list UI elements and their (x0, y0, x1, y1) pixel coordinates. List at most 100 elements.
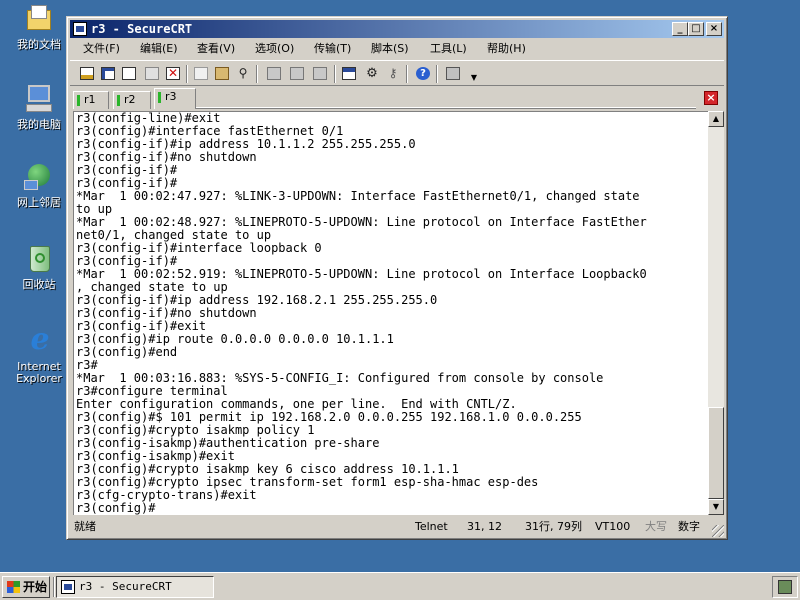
print-selection-button[interactable] (288, 65, 306, 82)
my-documents-icon (22, 2, 56, 36)
toolbar-separator (186, 65, 188, 83)
find-icon: ⚲ (238, 66, 248, 80)
reconnect-button[interactable] (143, 65, 161, 82)
network-tray-icon[interactable] (778, 580, 792, 594)
window-title: r3 - SecureCRT (91, 22, 193, 36)
quick-connect-icon (101, 67, 115, 80)
desktop-icon-my-computer[interactable]: 我的电脑 (3, 82, 75, 131)
status-bar: 就绪 Telnet 31, 12 31行, 79列 VT100 大写 数字 (70, 517, 724, 537)
tab-r2[interactable]: r2 (113, 91, 151, 109)
print-button[interactable] (265, 65, 283, 82)
windows-logo-icon (7, 581, 20, 593)
system-tray (772, 576, 798, 598)
maximize-button[interactable]: □ (688, 22, 704, 36)
menu-tools[interactable]: 工具(L) (430, 39, 467, 58)
menu-bar: 文件(F) 编辑(E) 查看(V) 选项(O) 传输(T) 脚本(S) 工具(L… (70, 39, 724, 58)
find-button[interactable]: ⚲ (234, 65, 252, 82)
close-button[interactable]: × (706, 22, 722, 36)
desktop-icon-recycle-bin[interactable]: 回收站 (3, 242, 75, 291)
print-setup-button[interactable] (311, 65, 329, 82)
terminal-line: r3(cfg-crypto-trans)#exit (76, 488, 257, 502)
desktop-icon-label: 我的文档 (17, 38, 61, 51)
tab-r1[interactable]: r1 (73, 91, 109, 109)
connect-in-tab-icon (122, 67, 136, 80)
help-button[interactable]: ? (414, 65, 432, 82)
connect-icon (80, 67, 94, 80)
print-icon (267, 67, 281, 80)
close-tab-button[interactable]: × (704, 91, 718, 105)
menu-view[interactable]: 查看(V) (197, 39, 235, 58)
keymap-button[interactable]: ⚷ (384, 65, 402, 82)
toolbar-overflow-button[interactable]: ▼ (466, 65, 477, 82)
keymap-icon: ⚷ (388, 66, 398, 80)
desktop-icon-label: 我的电脑 (17, 118, 61, 131)
desktop-icon-network-places[interactable]: 网上邻居 (3, 160, 75, 209)
menu-edit[interactable]: 编辑(E) (140, 39, 178, 58)
scroll-up-button[interactable]: ▲ (708, 111, 724, 127)
desktop-icon-label: 网上邻居 (17, 196, 61, 209)
status-emulation: VT100 (595, 520, 631, 533)
global-options-button[interactable]: ⚙ (363, 65, 381, 82)
internet-explorer-icon: e (30, 322, 50, 357)
status-caps-lock: 大写 (645, 520, 667, 533)
toolbar-separator (256, 65, 258, 83)
tab-label: r3 (165, 90, 177, 103)
status-terminal-size: 31行, 79列 (525, 520, 582, 533)
terminal-line: r3(config)# (76, 501, 156, 515)
tab-label: r2 (124, 93, 136, 106)
tab-strip-divider (196, 107, 696, 109)
taskbar: 开始 r3 - SecureCRT (0, 572, 800, 600)
tab-r3[interactable]: r3 (154, 88, 196, 109)
vertical-scrollbar[interactable]: ▲ ▼ (708, 111, 724, 515)
securecrt-taskbar-icon (61, 580, 75, 594)
arrow-down-icon: ▼ (712, 502, 720, 511)
menu-options[interactable]: 选项(O) (255, 39, 294, 58)
toolbar-separator (334, 65, 336, 83)
scrollbar-thumb[interactable] (708, 407, 724, 499)
paste-button[interactable] (213, 65, 231, 82)
menu-transfer[interactable]: 传输(T) (314, 39, 351, 58)
disconnect-button[interactable]: ✕ (164, 65, 182, 82)
title-bar[interactable]: r3 - SecureCRT _ □ × (70, 20, 724, 38)
minimize-button[interactable]: _ (672, 22, 688, 36)
session-options-icon (342, 67, 356, 80)
status-cursor-position: 31, 12 (467, 520, 502, 533)
terminal-line: r3(config)#end (76, 345, 178, 359)
toolbar: ✕ ⚲ ⚙ ⚷ ? ▼ (70, 60, 724, 86)
connect-button[interactable] (78, 65, 96, 82)
print-setup-icon (313, 67, 327, 80)
connect-in-tab-button[interactable] (120, 65, 138, 82)
connected-indicator (117, 95, 120, 106)
terminal-lines: r3(config-line)#exit r3(config)#interface… (74, 112, 708, 515)
session-tabs: r1 r2 r3 × (70, 88, 724, 110)
securecrt-app-icon (73, 22, 87, 36)
status-ready: 就绪 (74, 520, 96, 533)
copy-button[interactable] (192, 65, 210, 82)
chevron-down-icon: ▼ (470, 73, 478, 82)
network-places-icon (22, 160, 56, 194)
scroll-down-button[interactable]: ▼ (708, 499, 724, 515)
resize-grip[interactable] (712, 525, 724, 537)
connected-indicator (77, 95, 80, 106)
print-selection-icon (290, 67, 304, 80)
tab-label: r1 (84, 93, 96, 106)
disconnect-icon: ✕ (166, 66, 180, 80)
start-button[interactable]: 开始 (2, 576, 50, 598)
quick-connect-button[interactable] (99, 65, 117, 82)
reconnect-icon (145, 67, 159, 80)
taskbar-separator (53, 577, 55, 597)
desktop-icon-label: 回收站 (22, 278, 56, 291)
status-num-lock: 数字 (678, 520, 700, 533)
connected-indicator (158, 92, 161, 103)
taskbar-button-label: r3 - SecureCRT (79, 580, 172, 593)
desktop-icon-internet-explorer[interactable]: e Internet Explorer (3, 324, 75, 385)
session-options-button[interactable] (340, 65, 358, 82)
menu-script[interactable]: 脚本(S) (371, 39, 409, 58)
recycle-bin-icon (22, 242, 56, 276)
desktop-icon-my-documents[interactable]: 我的文档 (3, 2, 75, 51)
menu-help[interactable]: 帮助(H) (487, 39, 526, 58)
taskbar-securecrt-button[interactable]: r3 - SecureCRT (56, 576, 214, 598)
terminal-output[interactable]: r3(config-line)#exit r3(config)#interface… (73, 111, 708, 515)
sftp-button[interactable] (444, 65, 462, 82)
menu-file[interactable]: 文件(F) (83, 39, 120, 58)
